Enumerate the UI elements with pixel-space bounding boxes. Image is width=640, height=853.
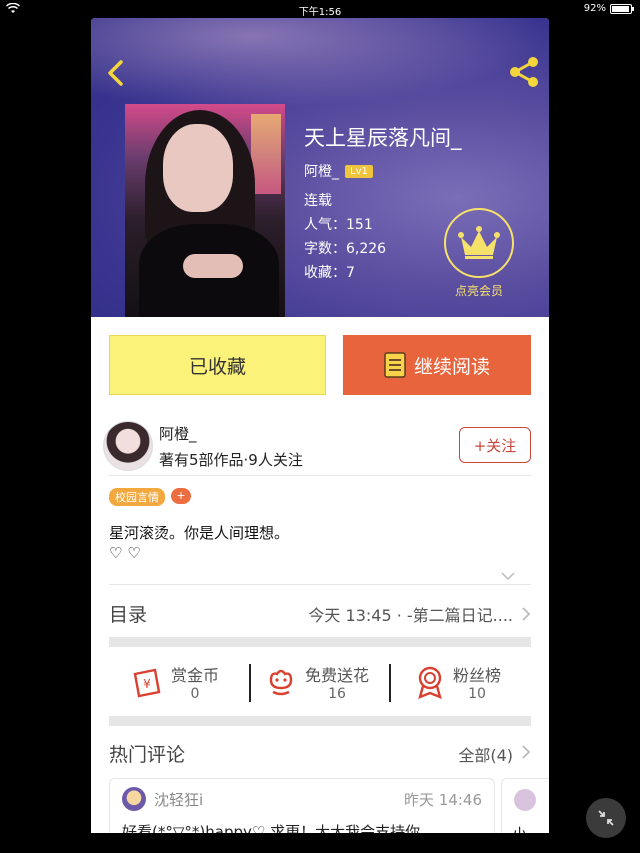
continue-reading-label: 继续阅读	[413, 355, 490, 378]
popularity-count: 人气：151	[304, 217, 373, 233]
section-separator	[109, 637, 531, 647]
serial-status: 连载	[304, 193, 332, 209]
author-card[interactable]: 阿橙_ 著有5部作品·9人关注 +关注	[103, 421, 541, 475]
stat-divider	[389, 664, 391, 702]
author-stats: 著有5部作品·9人关注	[159, 451, 303, 469]
tag-list: 校园言情 +	[109, 488, 191, 506]
comment-card[interactable]: 沈轻狂i 昨天 14:46 好看(*°▽°*)happy♡ 求更！大大我会支持你	[109, 778, 495, 833]
reward-coins-button[interactable]: ¥ 赏金币 0	[131, 648, 219, 716]
description-line: 星河滚烫。你是人间理想。	[109, 524, 290, 542]
battery-icon	[610, 3, 634, 14]
book-icon	[384, 352, 406, 378]
minimize-button[interactable]	[586, 798, 626, 838]
word-count: 字数：6,226	[304, 241, 387, 257]
send-flowers-button[interactable]: 免费送花 16	[265, 648, 369, 716]
section-separator	[109, 716, 531, 726]
share-icon	[510, 57, 538, 87]
hot-comments-header[interactable]: 热门评论 全部(4)	[109, 736, 531, 772]
hot-comments-title: 热门评论	[109, 744, 186, 766]
fan-ranking-label: 粉丝榜	[453, 666, 502, 685]
comment-text: 小	[512, 823, 527, 833]
follow-button[interactable]: +关注	[459, 427, 531, 463]
author-name: 阿橙_	[159, 425, 197, 443]
commenter-name[interactable]: 沈轻狂i	[154, 789, 203, 810]
send-flowers-label: 免费送花	[305, 666, 370, 685]
reward-coins-count: 0	[190, 686, 200, 702]
stats-bar: ¥ 赏金币 0 免费送花 16 粉丝榜 10	[109, 648, 531, 716]
toc-title: 目录	[109, 604, 148, 626]
stat-divider	[249, 664, 251, 702]
expand-description-button[interactable]	[501, 566, 515, 581]
battery-percent: 92%	[583, 3, 606, 14]
all-comments-link[interactable]: 全部(4)	[458, 742, 513, 766]
chevron-left-icon	[108, 60, 123, 86]
status-time: 下午1:56	[298, 7, 342, 18]
share-button[interactable]	[507, 56, 541, 88]
crown-icon	[444, 208, 514, 278]
flowers-count: 16	[328, 686, 346, 702]
commenter-avatar[interactable]	[122, 787, 146, 811]
divider	[109, 584, 531, 585]
collapse-arrows-icon	[598, 810, 614, 826]
flower-icon	[269, 669, 293, 696]
svg-text:¥: ¥	[143, 677, 151, 691]
description-hearts: ♡ ♡	[109, 544, 141, 562]
battery-indicator: 92%	[583, 3, 634, 14]
level-badge: Lv1	[345, 164, 373, 178]
book-cover-image[interactable]	[125, 104, 285, 317]
book-title: 天上星辰落凡间_	[304, 126, 462, 150]
fan-ranking-count: 10	[468, 686, 486, 702]
back-button[interactable]	[103, 58, 129, 88]
book-header: 天上星辰落凡间_ 阿橙_ Lv1 连载 人气：151 字数：6,226 收藏：7…	[91, 18, 549, 317]
book-detail-card: 天上星辰落凡间_ 阿橙_ Lv1 连载 人气：151 字数：6,226 收藏：7…	[91, 18, 549, 833]
medal-icon	[418, 666, 442, 699]
author-avatar[interactable]	[103, 421, 153, 471]
favorited-button[interactable]: 已收藏	[109, 335, 326, 395]
author-link[interactable]: 阿橙_	[304, 161, 339, 181]
tag-campus-romance[interactable]: 校园言情	[109, 488, 165, 506]
chevron-right-icon	[522, 607, 531, 621]
favorites-count: 收藏：7	[304, 265, 355, 281]
comment-card[interactable]: 小	[501, 778, 549, 833]
comment-text: 好看(*°▽°*)happy♡ 求更！大大我会支持你	[122, 823, 421, 833]
status-bar: 下午1:56 92%	[0, 0, 640, 18]
continue-reading-button[interactable]: 继续阅读	[343, 335, 531, 395]
vip-label: 点亮会员	[454, 284, 503, 298]
table-of-contents-row[interactable]: 目录 今天 13:45 · -第二篇日记....	[109, 598, 531, 634]
vip-button[interactable]: 点亮会员	[443, 208, 515, 300]
add-tag-button[interactable]: +	[171, 488, 191, 504]
red-envelope-icon: ¥	[133, 668, 161, 698]
book-description: 星河滚烫。你是人间理想。 ♡ ♡	[109, 523, 289, 563]
divider	[109, 475, 531, 476]
favorited-label: 已收藏	[188, 355, 246, 378]
chevron-down-icon	[501, 572, 515, 581]
chevron-right-icon	[522, 745, 531, 759]
reward-coins-label: 赏金币	[171, 666, 220, 685]
comment-time: 昨天 14:46	[404, 791, 482, 809]
author-row[interactable]: 阿橙_ Lv1	[304, 161, 373, 181]
commenter-avatar[interactable]	[514, 789, 536, 811]
fan-ranking-button[interactable]: 粉丝榜 10	[415, 648, 501, 716]
latest-chapter: 今天 13:45 · -第二篇日记....	[308, 606, 513, 625]
